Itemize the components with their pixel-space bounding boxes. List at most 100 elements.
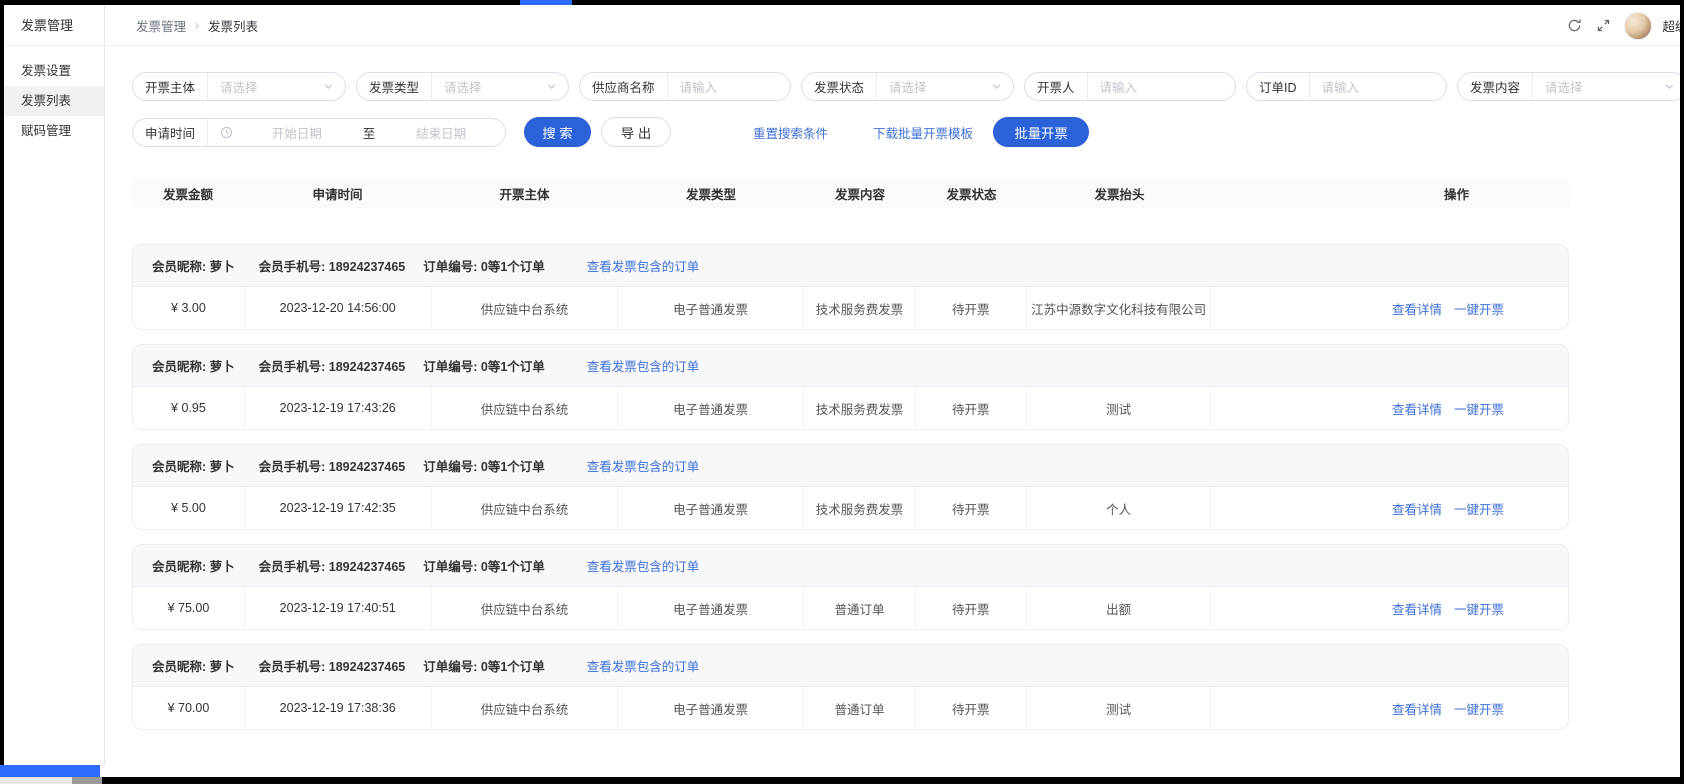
- view-detail-link[interactable]: 查看详情: [1392, 599, 1442, 618]
- filter-row-1: 开票主体请选择发票类型请选择供应商名称请输入发票状态请选择开票人请输入订单ID请…: [132, 72, 1680, 101]
- member-phone: 会员手机号: 18924237465: [259, 456, 406, 475]
- horizontal-scrollbar-handle[interactable]: [72, 777, 102, 784]
- invoice-group: 会员昵称: 萝卜 会员手机号: 18924237465 订单编号: 0等1个订单…: [132, 544, 1569, 630]
- search-button[interactable]: 搜 索: [524, 117, 591, 147]
- invoice-group: 会员昵称: 萝卜 会员手机号: 18924237465 订单编号: 0等1个订单…: [132, 244, 1569, 330]
- filter-invoice-content[interactable]: 发票内容请选择: [1457, 72, 1680, 101]
- table-header: 发票金额申请时间开票主体发票类型发票内容发票状态发票抬头操作: [132, 179, 1569, 208]
- filter-label: 开票主体: [133, 77, 207, 96]
- view-included-orders-link[interactable]: 查看发票包含的订单: [587, 656, 700, 675]
- cell-content: 普通订单: [804, 687, 916, 729]
- cell-amount: ¥ 0.95: [133, 387, 245, 429]
- col-status: 发票状态: [916, 184, 1027, 203]
- start-date-input[interactable]: 开始日期: [233, 123, 361, 142]
- export-button[interactable]: 导 出: [601, 117, 671, 147]
- cell-title: 个人: [1027, 487, 1212, 529]
- table-row: ¥ 70.002023-12-19 17:38:36供应链中台系统电子普通发票普…: [133, 687, 1568, 729]
- avatar[interactable]: [1624, 12, 1652, 40]
- order-number: 订单编号: 0等1个订单: [423, 356, 545, 375]
- main-area: 发票管理 › 发票列表 超级管理员 开票主体请选择发票类型请选择供应商名称请输入…: [105, 5, 1680, 765]
- window-top-accent: [520, 0, 572, 5]
- col-amount: 发票金额: [132, 184, 244, 203]
- filter-invoice-status[interactable]: 发票状态请选择: [801, 72, 1014, 101]
- group-header: 会员昵称: 萝卜 会员手机号: 18924237465 订单编号: 0等1个订单…: [133, 345, 1568, 387]
- invoice-group: 会员昵称: 萝卜 会员手机号: 18924237465 订单编号: 0等1个订单…: [132, 644, 1569, 730]
- breadcrumb-root[interactable]: 发票管理: [136, 16, 186, 35]
- topbar-right: 超级管理员: [1566, 5, 1680, 46]
- filter-invoice-subject[interactable]: 开票主体请选择: [132, 72, 346, 101]
- sidebar-item-code-management[interactable]: 赋码管理: [4, 116, 104, 146]
- view-detail-link[interactable]: 查看详情: [1392, 499, 1442, 518]
- horizontal-scrollbar-thumb[interactable]: [102, 777, 1684, 784]
- order-number: 订单编号: 0等1个订单: [423, 656, 545, 675]
- refresh-icon[interactable]: [1566, 18, 1582, 34]
- group-header: 会员昵称: 萝卜 会员手机号: 18924237465 订单编号: 0等1个订单…: [133, 545, 1568, 587]
- view-included-orders-link[interactable]: 查看发票包含的订单: [587, 356, 700, 375]
- col-content: 发票内容: [804, 184, 916, 203]
- member-nickname: 会员昵称: 萝卜: [152, 256, 235, 275]
- cell-amount: ¥ 75.00: [133, 587, 245, 629]
- fullscreen-icon[interactable]: [1595, 18, 1611, 34]
- cell-invoice-type: 电子普通发票: [618, 287, 804, 329]
- member-nickname: 会员昵称: 萝卜: [152, 356, 235, 375]
- filter-row-2: 申请时间 开始日期 至 结束日期 搜 索 导 出 重置搜索条件 下载批量开票模板…: [132, 117, 1680, 147]
- input-placeholder: 请输入: [1088, 77, 1235, 96]
- filter-apply-time[interactable]: 申请时间 开始日期 至 结束日期: [132, 118, 506, 147]
- chevron-down-icon: [323, 81, 334, 92]
- input-placeholder: 请输入: [1310, 77, 1446, 96]
- chevron-down-icon: [1664, 81, 1675, 92]
- view-detail-link[interactable]: 查看详情: [1392, 399, 1442, 418]
- member-phone: 会员手机号: 18924237465: [259, 356, 406, 375]
- cell-apply-time: 2023-12-20 14:56:00: [245, 287, 432, 329]
- clock-icon: [220, 126, 233, 139]
- filter-order-id[interactable]: 订单ID请输入: [1246, 72, 1447, 101]
- reset-search-link[interactable]: 重置搜索条件: [753, 123, 828, 142]
- member-phone: 会员手机号: 18924237465: [259, 656, 406, 675]
- one-click-invoice-link[interactable]: 一键开票: [1454, 499, 1504, 518]
- batch-invoice-button[interactable]: 批量开票: [993, 117, 1089, 147]
- sidebar-item-invoice-settings[interactable]: 发票设置: [4, 56, 104, 86]
- select-placeholder: 请选择: [208, 77, 319, 96]
- cell-amount: ¥ 70.00: [133, 687, 245, 729]
- cell-apply-time: 2023-12-19 17:43:26: [245, 387, 432, 429]
- cell-amount: ¥ 5.00: [133, 487, 245, 529]
- filter-issuer[interactable]: 开票人请输入: [1024, 72, 1236, 101]
- col-subject: 开票主体: [431, 184, 618, 203]
- table-row: ¥ 0.952023-12-19 17:43:26供应链中台系统电子普通发票技术…: [133, 387, 1568, 429]
- view-included-orders-link[interactable]: 查看发票包含的订单: [587, 456, 700, 475]
- view-included-orders-link[interactable]: 查看发票包含的订单: [587, 256, 700, 275]
- cell-status: 待开票: [916, 287, 1027, 329]
- cell-invoice-type: 电子普通发票: [618, 587, 804, 629]
- group-header: 会员昵称: 萝卜 会员手机号: 18924237465 订单编号: 0等1个订单…: [133, 645, 1568, 687]
- view-included-orders-link[interactable]: 查看发票包含的订单: [587, 556, 700, 575]
- one-click-invoice-link[interactable]: 一键开票: [1454, 399, 1504, 418]
- one-click-invoice-link[interactable]: 一键开票: [1454, 599, 1504, 618]
- sidebar-title: 发票管理: [4, 5, 104, 46]
- one-click-invoice-link[interactable]: 一键开票: [1454, 699, 1504, 718]
- group-header: 会员昵称: 萝卜 会员手机号: 18924237465 订单编号: 0等1个订单…: [133, 445, 1568, 487]
- col-apply-time: 申请时间: [244, 184, 431, 203]
- input-placeholder: 请输入: [668, 77, 790, 96]
- member-nickname: 会员昵称: 萝卜: [152, 556, 235, 575]
- table-row: ¥ 3.002023-12-20 14:56:00供应链中台系统电子普通发票技术…: [133, 287, 1568, 329]
- window-top-edge: [0, 0, 1684, 5]
- invoice-group: 会员昵称: 萝卜 会员手机号: 18924237465 订单编号: 0等1个订单…: [132, 344, 1569, 430]
- view-detail-link[interactable]: 查看详情: [1392, 699, 1442, 718]
- order-number: 订单编号: 0等1个订单: [423, 456, 545, 475]
- window-left-edge: [0, 0, 4, 784]
- sidebar-item-invoice-list[interactable]: 发票列表: [4, 86, 104, 116]
- filter-invoice-type[interactable]: 发票类型请选择: [356, 72, 569, 101]
- cell-content: 技术服务费发票: [804, 387, 916, 429]
- filter-supplier-name[interactable]: 供应商名称请输入: [579, 72, 791, 101]
- one-click-invoice-link[interactable]: 一键开票: [1454, 299, 1504, 318]
- cell-subject: 供应链中台系统: [432, 287, 619, 329]
- select-placeholder: 请选择: [1533, 77, 1660, 96]
- cell-status: 待开票: [916, 687, 1027, 729]
- chevron-down-icon: [991, 81, 1002, 92]
- filter-label: 发票类型: [357, 77, 431, 96]
- download-batch-template-link[interactable]: 下载批量开票模板: [873, 123, 973, 142]
- content: 开票主体请选择发票类型请选择供应商名称请输入发票状态请选择开票人请输入订单ID请…: [105, 46, 1680, 730]
- end-date-input[interactable]: 结束日期: [377, 123, 505, 142]
- filter-label: 发票内容: [1458, 77, 1532, 96]
- view-detail-link[interactable]: 查看详情: [1392, 299, 1442, 318]
